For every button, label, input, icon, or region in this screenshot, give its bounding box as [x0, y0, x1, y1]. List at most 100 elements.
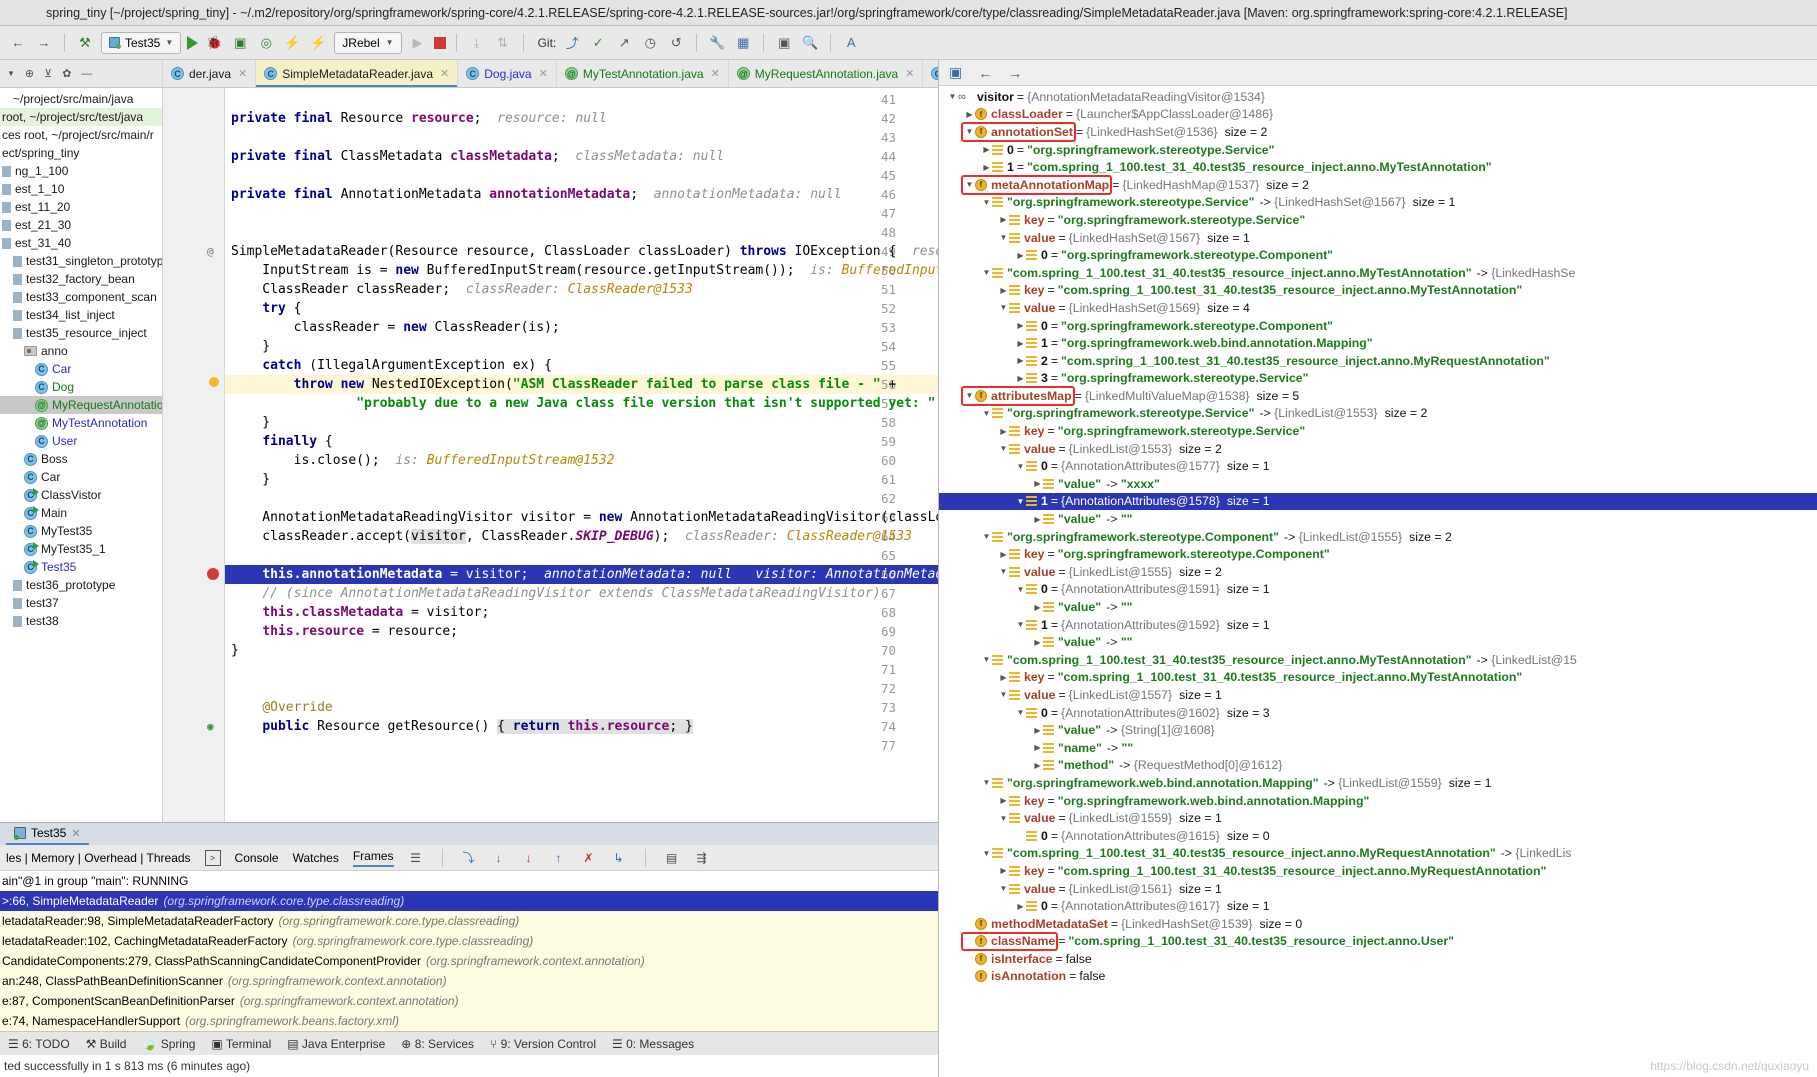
structure-icon[interactable]: ▦	[733, 33, 753, 53]
code-line[interactable]: throw new NestedIOException("ASM ClassRe…	[231, 375, 897, 394]
stack-frame-row[interactable]: e:74, NamespaceHandlerSupport (org.spring…	[0, 1011, 938, 1031]
project-tree-item[interactable]: test36_prototype	[0, 576, 162, 594]
status-todo[interactable]: ☰ 6: TODO	[8, 1037, 70, 1051]
status-services[interactable]: ⊕ 8: Services	[401, 1037, 474, 1051]
chevron-right-icon[interactable]: ▶	[998, 286, 1009, 295]
variable-row[interactable]: ▼ value = {LinkedList@1559} size = 1	[939, 809, 1817, 827]
code-line[interactable]: is.close(); is: BufferedInputStream@1532	[231, 451, 615, 470]
breakpoint-icon[interactable]	[207, 568, 219, 580]
project-tree-item[interactable]: est_1_10	[0, 180, 162, 198]
chevron-right-icon[interactable]: ▶	[998, 550, 1009, 559]
chevron-right-icon[interactable]: ▶	[1032, 761, 1043, 770]
editor-tab-3[interactable]: @ MyTestAnnotation.java ✕	[557, 60, 729, 87]
chevron-right-icon[interactable]: ▶	[1032, 479, 1043, 488]
project-tree-item[interactable]: test32_factory_bean	[0, 270, 162, 288]
implemented-method-icon[interactable]: ◉	[207, 717, 214, 736]
project-tree-item[interactable]: C Car	[0, 468, 162, 486]
drop-frame-icon[interactable]: ✗	[581, 850, 597, 866]
translate-icon[interactable]: A	[841, 33, 861, 53]
project-tree-item[interactable]: @ MyTestAnnotation	[0, 414, 162, 432]
code-line[interactable]: this.resource = resource;	[231, 622, 458, 641]
variable-row[interactable]: ▼ f attributesMap = {LinkedMultiValueMap@1…	[939, 387, 1817, 405]
editor-tab-5[interactable]: CTest35.java✕	[923, 60, 938, 87]
chevron-right-icon[interactable]: ▶	[1015, 339, 1026, 348]
intention-bulb-icon[interactable]	[209, 377, 219, 387]
chevron-down-icon[interactable]: ▼	[964, 127, 975, 136]
chevron-down-icon[interactable]: ▼	[947, 92, 958, 101]
variable-row[interactable]: 0 = {AnnotationAttributes@1615} size = 0	[939, 827, 1817, 845]
chevron-right-icon[interactable]: ▶	[998, 673, 1009, 682]
variable-row[interactable]: ▶ key = "com.spring_1_100.test_31_40.test…	[939, 862, 1817, 880]
chevron-right-icon[interactable]: ▶	[1032, 638, 1043, 647]
jrebel-selector[interactable]: JRebel ▼	[334, 31, 402, 54]
code-line[interactable]: InputStream is = new BufferedInputStream…	[231, 261, 938, 280]
variable-row[interactable]: ▼ value = {LinkedList@1557} size = 1	[939, 686, 1817, 704]
variable-row[interactable]: ▼ 0 = {AnnotationAttributes@1577} size = 1	[939, 457, 1817, 475]
project-tree-item[interactable]: C Dog	[0, 378, 162, 396]
stack-frame-row[interactable]: CandidateComponents:279, ClassPathScanni…	[0, 951, 938, 971]
code-line[interactable]: // (since AnnotationMetadataReadingVisit…	[231, 584, 880, 603]
code-line[interactable]: catch (IllegalArgumentException ex) {	[231, 356, 552, 375]
variable-row[interactable]: ▶ "value" -> ""	[939, 510, 1817, 528]
chevron-right-icon[interactable]: ▶	[1032, 603, 1043, 612]
close-icon[interactable]: ✕	[71, 827, 80, 840]
chevron-right-icon[interactable]: ▶	[1032, 726, 1043, 735]
chevron-down-icon[interactable]: ▼	[981, 849, 992, 858]
debug-left-tabs-label[interactable]: les | Memory | Overhead | Threads	[6, 851, 191, 865]
code-line[interactable]: }	[231, 641, 239, 660]
project-tree-item[interactable]: C Boss	[0, 450, 162, 468]
tab-console[interactable]: Console	[235, 851, 279, 865]
tab-frames[interactable]: Frames	[352, 849, 394, 867]
editor-tab-0[interactable]: Cder.java ✕	[163, 60, 257, 87]
collapse-all-icon[interactable]: ⊻	[44, 67, 52, 80]
project-tree[interactable]: ~/project/src/main/java root, ~/project/s…	[0, 88, 163, 822]
chevron-down-icon[interactable]: ▼	[998, 884, 1009, 893]
run-configuration-selector[interactable]: Test35 ▼	[101, 31, 182, 54]
project-tree-item[interactable]: ces root, ~/project/src/main/r	[0, 126, 162, 144]
variable-row[interactable]: ▶ key = "org.springframework.stereotype.S…	[939, 211, 1817, 229]
jrebel-run-icon[interactable]: ▶	[408, 33, 428, 53]
variable-row[interactable]: ▶ 3 = "org.springframework.stereotype.Ser…	[939, 370, 1817, 388]
variable-row[interactable]: ▼ 1 = {AnnotationAttributes@1592} size = 1	[939, 616, 1817, 634]
variable-row[interactable]: ▼ "com.spring_1_100.test_31_40.test35_res…	[939, 651, 1817, 669]
stop-icon[interactable]	[433, 36, 446, 49]
project-tree-item[interactable]: ~/project/src/main/java	[0, 90, 162, 108]
attach-debug-icon[interactable]: ⚡	[282, 33, 302, 53]
editor-tab-4[interactable]: @ MyRequestAnnotation.java ✕	[729, 60, 924, 87]
editor-tab-1[interactable]: C SimpleMetadataReader.java ✕	[256, 60, 459, 87]
update-project-icon[interactable]: ⤴	[562, 33, 582, 53]
chevron-down-icon[interactable]: ▼	[981, 532, 992, 541]
wrench-icon[interactable]: 🔧	[707, 33, 727, 53]
code-line[interactable]: AnnotationMetadataReadingVisitor visitor…	[231, 508, 938, 527]
variable-row[interactable]: f isAnnotation = false	[939, 968, 1817, 986]
override-marker-icon[interactable]: @	[207, 242, 214, 261]
variable-row[interactable]: ▼ "org.springframework.stereotype.Compone…	[939, 528, 1817, 546]
variable-row[interactable]: ▼ value = {LinkedList@1553} size = 2	[939, 440, 1817, 458]
project-tree-item[interactable]: C ClassVistor	[0, 486, 162, 504]
chevron-down-icon[interactable]: ▼	[998, 233, 1009, 242]
project-tree-item[interactable]: anno	[0, 342, 162, 360]
code-line[interactable]: finally {	[231, 432, 332, 451]
chevron-down-icon[interactable]: ▼	[1015, 620, 1026, 629]
variable-row[interactable]: ▶ "name" -> ""	[939, 739, 1817, 757]
run-with-coverage-icon[interactable]: ▣	[230, 33, 250, 53]
project-tree-item[interactable]: est_11_20	[0, 198, 162, 216]
variable-row[interactable]: f isInterface = false	[939, 950, 1817, 968]
code-editor[interactable]: 41 42 private final Resource resource; res…	[163, 88, 938, 822]
stack-frame-row[interactable]: letadataReader:102, CachingMetadataReade…	[0, 931, 938, 951]
project-tree-item[interactable]: ect/spring_tiny	[0, 144, 162, 162]
chevron-right-icon[interactable]: ▶	[998, 796, 1009, 805]
chevron-down-icon[interactable]: ▼	[981, 198, 992, 207]
variable-row[interactable]: ▶ 0 = "org.springframework.stereotype.Ser…	[939, 141, 1817, 159]
project-tree-item[interactable]: test38	[0, 612, 162, 630]
code-line[interactable]: this.classMetadata = visitor;	[231, 603, 489, 622]
status-messages[interactable]: ☰ 0: Messages	[612, 1037, 694, 1051]
project-tree-item[interactable]: C MyTest35_1	[0, 540, 162, 558]
close-icon[interactable]: ✕	[238, 67, 247, 80]
status-java-enterprise[interactable]: ▤ Java Enterprise	[287, 1037, 385, 1051]
push-icon[interactable]: ↗	[614, 33, 634, 53]
chevron-right-icon[interactable]: ▶	[998, 427, 1009, 436]
stack-frame-row[interactable]: e:87, ComponentScanBeanDefinitionParser (…	[0, 991, 938, 1011]
variable-row[interactable]: ▼ 1 = {AnnotationAttributes@1578} size = 1	[939, 492, 1817, 511]
editor-tab-2[interactable]: C Dog.java ✕	[458, 60, 557, 87]
